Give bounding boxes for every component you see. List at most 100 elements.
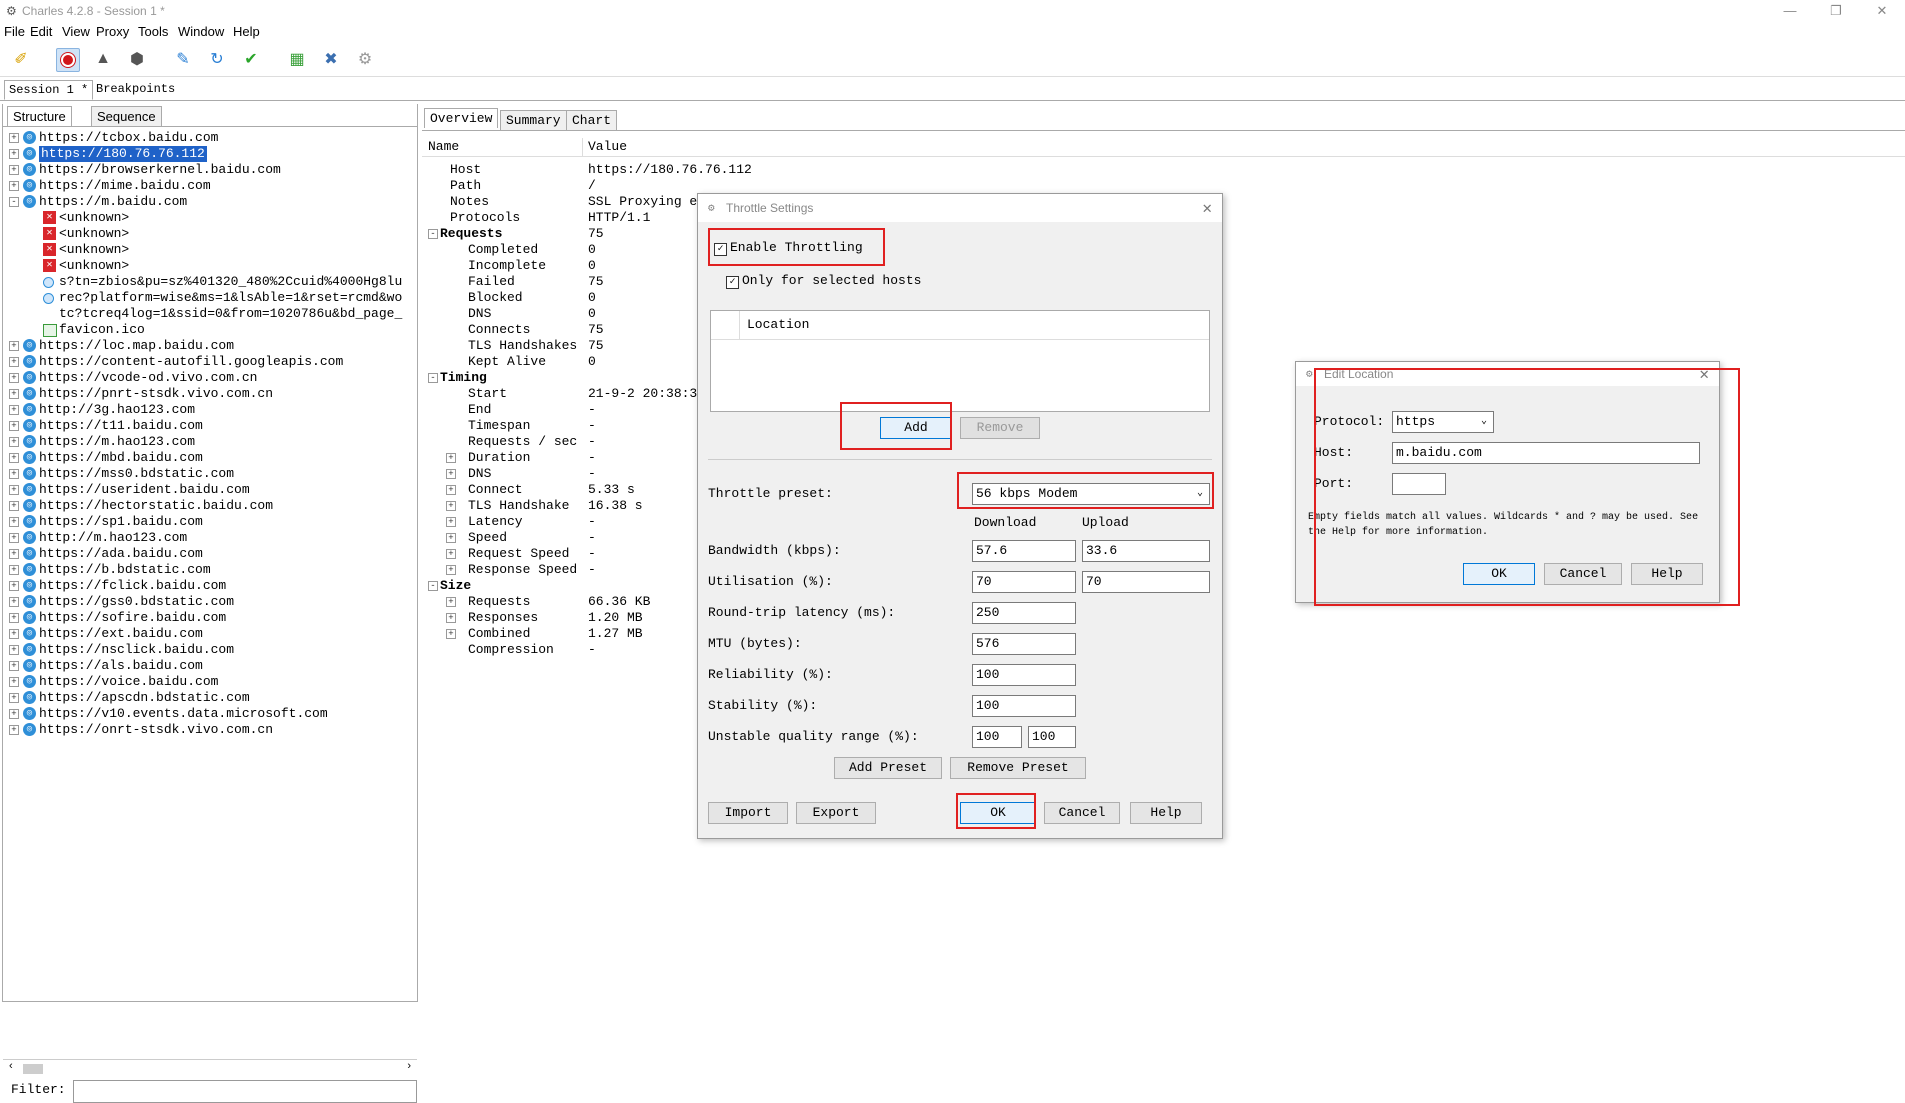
close-icon[interactable]: ✕ [1202, 198, 1212, 218]
gear-icon[interactable]: ⚙ [354, 48, 376, 70]
expand-icon[interactable]: + [9, 597, 19, 607]
expand-icon[interactable]: + [9, 405, 19, 415]
mtu-input[interactable]: 576 [972, 633, 1076, 655]
expand-icon[interactable]: + [446, 597, 456, 607]
collapse-icon[interactable]: - [428, 581, 438, 591]
expand-icon[interactable]: + [9, 149, 19, 159]
expand-icon[interactable]: + [446, 549, 456, 559]
hexagon-icon[interactable]: ⬢ [126, 48, 148, 70]
broom-icon[interactable]: ✐ [10, 48, 32, 70]
tab-overview[interactable]: Overview [424, 108, 499, 128]
enable-throttling-checkbox[interactable]: ✓ [714, 243, 727, 256]
port-input[interactable] [1392, 473, 1446, 495]
ok-button[interactable]: OK [960, 802, 1036, 824]
expand-icon[interactable]: + [9, 549, 19, 559]
expand-icon[interactable]: + [9, 533, 19, 543]
tab-structure[interactable]: Structure [7, 106, 72, 126]
expand-icon[interactable]: + [446, 565, 456, 575]
location-column-header[interactable]: Location [747, 317, 809, 333]
help-button[interactable]: Help [1631, 563, 1703, 585]
scroll-thumb[interactable] [23, 1064, 43, 1074]
tab-session-1[interactable]: Session 1 * [4, 80, 94, 100]
expand-icon[interactable]: + [9, 133, 19, 143]
collapse-icon[interactable]: - [428, 373, 438, 383]
menu-proxy[interactable]: Proxy [96, 24, 129, 39]
expand-icon[interactable]: + [446, 629, 456, 639]
expand-icon[interactable]: + [9, 389, 19, 399]
unstable-range-max-input[interactable]: 100 [1028, 726, 1076, 748]
expand-icon[interactable]: + [9, 677, 19, 687]
record-icon[interactable] [56, 48, 80, 72]
tab-sequence[interactable]: Sequence [91, 106, 162, 126]
reliability-input[interactable]: 100 [972, 664, 1076, 686]
refresh-icon[interactable]: ↻ [206, 48, 228, 70]
tab-chart[interactable]: Chart [566, 110, 618, 130]
tab-summary[interactable]: Summary [500, 110, 567, 130]
cancel-button[interactable]: Cancel [1044, 802, 1120, 824]
bandwidth-download-input[interactable]: 57.6 [972, 540, 1076, 562]
expand-icon[interactable]: + [446, 453, 456, 463]
expand-icon[interactable]: + [9, 341, 19, 351]
column-value[interactable]: Value [588, 139, 627, 154]
remove-preset-button[interactable]: Remove Preset [950, 757, 1086, 779]
expand-icon[interactable]: + [446, 613, 456, 623]
stability-input[interactable]: 100 [972, 695, 1076, 717]
collapse-icon[interactable]: - [9, 197, 19, 207]
add-location-button[interactable]: Add [880, 417, 952, 439]
throttle-preset-select[interactable]: 56 kbps Modem ⌄ [972, 483, 1210, 505]
expand-icon[interactable]: + [9, 485, 19, 495]
expand-icon[interactable]: + [9, 165, 19, 175]
menu-edit[interactable]: Edit [30, 24, 52, 39]
menu-window[interactable]: Window [178, 24, 224, 39]
checkmark-icon[interactable]: ✔ [240, 48, 262, 70]
expand-icon[interactable]: + [446, 501, 456, 511]
expand-icon[interactable]: + [9, 501, 19, 511]
unstable-range-min-input[interactable]: 100 [972, 726, 1022, 748]
help-button[interactable]: Help [1130, 802, 1202, 824]
menu-tools[interactable]: Tools [138, 24, 168, 39]
expand-icon[interactable]: + [446, 533, 456, 543]
scroll-left-icon[interactable]: ‹ [9, 1060, 13, 1072]
expand-icon[interactable]: + [9, 453, 19, 463]
minimize-button[interactable]: — [1767, 0, 1813, 22]
expand-icon[interactable]: + [9, 613, 19, 623]
bandwidth-upload-input[interactable]: 33.6 [1082, 540, 1210, 562]
remove-location-button[interactable]: Remove [960, 417, 1040, 439]
import-button[interactable]: Import [708, 802, 788, 824]
cancel-button[interactable]: Cancel [1544, 563, 1622, 585]
expand-icon[interactable]: + [446, 469, 456, 479]
tools-icon[interactable]: ✖ [320, 48, 342, 70]
expand-icon[interactable]: + [446, 485, 456, 495]
expand-icon[interactable]: + [9, 421, 19, 431]
add-preset-button[interactable]: Add Preset [834, 757, 942, 779]
collapse-icon[interactable]: - [428, 229, 438, 239]
expand-icon[interactable]: + [9, 181, 19, 191]
turtle-icon[interactable]: ▲ [92, 48, 114, 70]
latency-input[interactable]: 250 [972, 602, 1076, 624]
enable-throttling-label[interactable]: Enable Throttling [730, 240, 863, 256]
filter-input[interactable] [73, 1080, 417, 1103]
location-table[interactable]: Location [710, 310, 1210, 412]
expand-icon[interactable]: + [9, 437, 19, 447]
expand-icon[interactable]: + [9, 725, 19, 735]
pen-icon[interactable]: ✎ [172, 48, 194, 70]
expand-icon[interactable]: + [9, 357, 19, 367]
ok-button[interactable]: OK [1463, 563, 1535, 585]
host-input[interactable]: m.baidu.com [1392, 442, 1700, 464]
export-button[interactable]: Export [796, 802, 876, 824]
expand-icon[interactable]: + [9, 629, 19, 639]
menu-view[interactable]: View [62, 24, 90, 39]
expand-icon[interactable]: + [9, 661, 19, 671]
expand-icon[interactable]: + [446, 517, 456, 527]
expand-icon[interactable]: + [9, 581, 19, 591]
utilisation-download-input[interactable]: 70 [972, 571, 1076, 593]
expand-icon[interactable]: + [9, 517, 19, 527]
expand-icon[interactable]: + [9, 645, 19, 655]
expand-icon[interactable]: + [9, 693, 19, 703]
column-name[interactable]: Name [428, 139, 459, 154]
expand-icon[interactable]: + [9, 709, 19, 719]
menu-help[interactable]: Help [233, 24, 260, 39]
close-icon[interactable]: ✕ [1699, 364, 1709, 384]
horizontal-scrollbar[interactable]: ‹ › [3, 1059, 417, 1076]
maximize-button[interactable]: ❐ [1813, 0, 1859, 22]
